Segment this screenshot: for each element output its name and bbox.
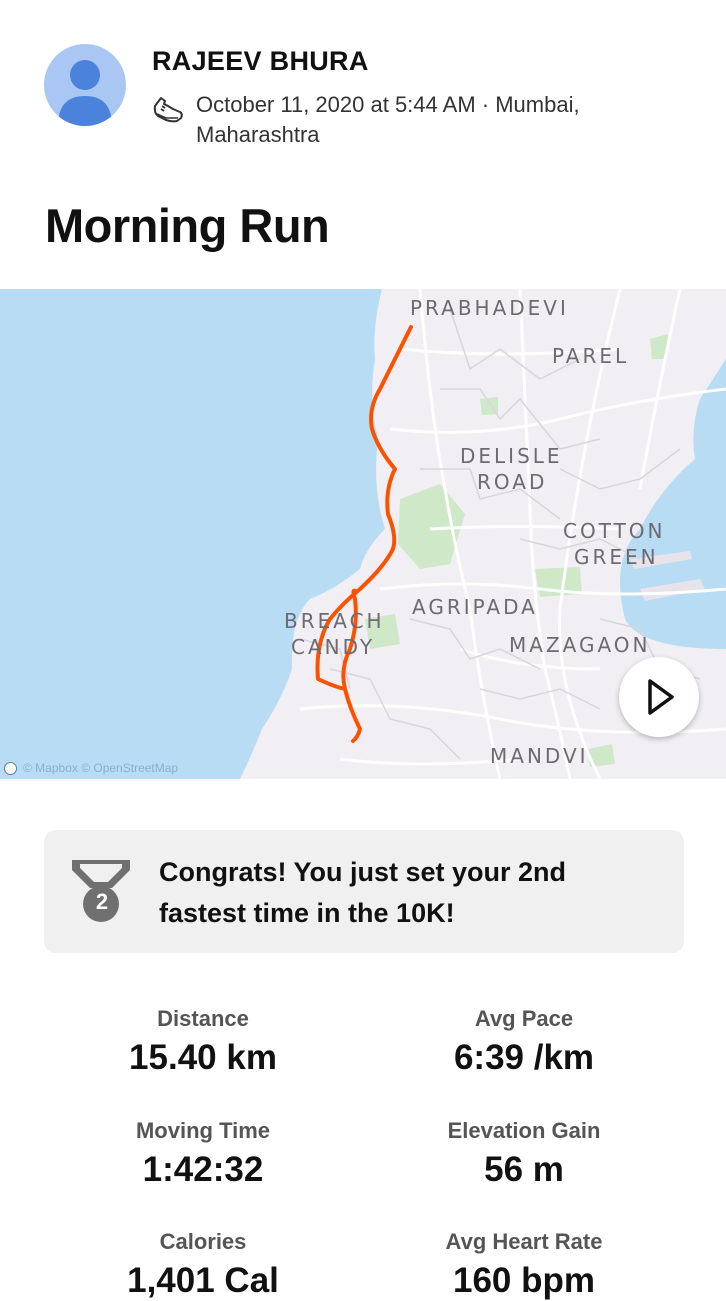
map-attribution[interactable]: © Mapbox © OpenStreetMap [4,761,178,775]
stat-avg-heart-rate: Avg Heart Rate 160 bpm [374,1229,674,1301]
activity-title: Morning Run [45,199,330,252]
avatar[interactable] [44,44,126,126]
achievement-banner[interactable]: 2 Congrats! You just set your 2nd fastes… [44,830,684,953]
activity-location-region: Maharashtra [196,122,320,147]
map-label-mazagaon: MAZAGAON [509,633,651,657]
map-label-mandvi: MANDVI [490,744,589,768]
stat-label: Elevation Gain [447,1118,601,1143]
activity-meta: October 11, 2020 at 5:44 AM · Mumbai, Ma… [152,90,692,150]
shoe-icon [153,97,183,123]
stat-label: Distance [157,1006,249,1031]
map-label-cotton-green-2: GREEN [574,545,659,569]
map-label-breach-candy-2: CANDY [291,635,376,659]
stat-distance: Distance 15.40 km [53,1006,353,1078]
stat-value: 56 m [484,1150,564,1189]
achievement-rank: 2 [95,889,109,914]
stat-value: 1,401 Cal [127,1261,279,1300]
map-label-prabhadevi: PRABHADEVI [410,296,569,320]
play-flyover-button[interactable] [619,657,699,737]
stat-elevation-gain: Elevation Gain 56 m [374,1118,674,1190]
map-label-agripada: AGRIPADA [412,595,538,619]
map-label-parel: PAREL [552,344,630,368]
stat-value: 6:39 /km [453,1038,595,1077]
stat-label: Avg Pace [474,1006,574,1031]
person-icon [58,60,112,126]
stat-value: 1:42:32 [142,1150,264,1189]
activity-date-location: October 11, 2020 at 5:44 AM · Mumbai, [196,92,580,117]
map-label-delisle-road-2: ROAD [477,470,548,494]
play-icon [648,679,674,715]
stat-value: 160 bpm [453,1261,595,1300]
activity-header: RAJEEV BHURA October 11, 2020 at 5:44 AM… [0,0,726,160]
stat-label: Avg Heart Rate [445,1229,603,1254]
map-attribution-text: © Mapbox © OpenStreetMap [23,761,179,775]
stat-calories: Calories 1,401 Cal [53,1229,353,1301]
map-label-breach-candy-1: BREACH [284,609,385,633]
stat-label: Moving Time [135,1118,271,1143]
map-label-delisle-road-1: DELISLE [460,444,563,468]
stat-moving-time: Moving Time 1:42:32 [53,1118,353,1190]
route-map[interactable]: PRABHADEVI PAREL DELISLE ROAD COTTON GRE… [0,289,726,779]
stat-value: 15.40 km [129,1038,277,1077]
map-label-cotton-green-1: COTTON [563,519,666,543]
achievement-text: Congrats! You just set your 2nd fastest … [159,857,567,928]
stat-avg-pace: Avg Pace 6:39 /km [374,1006,674,1078]
athlete-name[interactable]: RAJEEV BHURA [152,46,369,77]
mapbox-logo-icon [4,761,17,775]
stat-label: Calories [159,1229,247,1254]
